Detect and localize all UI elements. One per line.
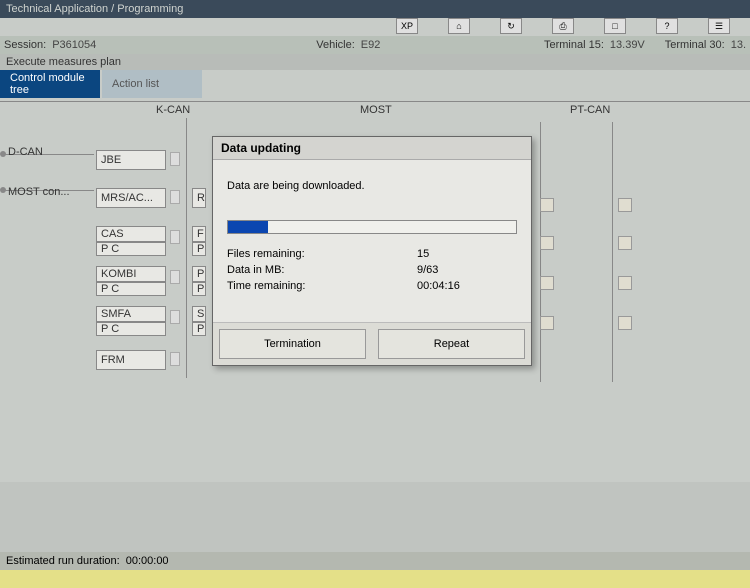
module-p3[interactable]: P [192,282,206,296]
help-icon[interactable]: ? [656,18,678,34]
module-p4[interactable]: P [192,322,206,336]
connector [170,152,180,166]
session-label: Session: [4,39,46,51]
toolbar: XP ⌂ ↻ ⎙ □ ? ☰ [0,18,750,36]
module-jbe[interactable]: JBE [96,150,166,170]
module-kombi[interactable]: KOMBI [96,266,166,282]
window-icon[interactable]: □ [604,18,626,34]
module-smfa[interactable]: SMFA [96,306,166,322]
connector [170,230,180,244]
progress-fill [228,221,268,233]
bus-label-dcan: D-CAN [4,142,64,162]
bus-label-ptcan: PT-CAN [570,104,610,116]
footer: Estimated run duration: 00:00:00 [0,552,750,570]
module-r[interactable]: R [192,188,206,208]
module-p[interactable]: P [192,242,206,256]
terminal30-label: Terminal 30: [665,39,725,51]
info-row: Session: P361054 Vehicle: E92 Terminal 1… [0,36,750,54]
vehicle-label: Vehicle: [316,39,355,51]
repeat-button[interactable]: Repeat [378,329,525,359]
module-cas-sub: P C [96,242,166,256]
pt-box[interactable] [618,316,632,330]
files-remaining-value: 15 [417,246,517,262]
connector [170,352,180,366]
pt-box[interactable] [618,236,632,250]
app-title: Technical Application / Programming [6,3,183,15]
pt-box[interactable] [618,276,632,290]
module-mrs[interactable]: MRS/AC... [96,188,166,208]
connector [170,190,180,204]
pt-box[interactable] [618,198,632,212]
bus-label-kcan: K-CAN [156,104,190,116]
termination-button[interactable]: Termination [219,329,366,359]
progress-bar [227,220,517,234]
pt-box[interactable] [540,236,554,250]
module-kombi-sub: P C [96,282,166,296]
bus-label-most: MOST [360,104,392,116]
tabs: Control module tree Action list [0,70,750,102]
session-value: P361054 [52,39,96,51]
titlebar: Technical Application / Programming [0,0,750,18]
files-remaining-label: Files remaining: [227,246,417,262]
dialog-title: Data updating [213,137,531,160]
xp-icon[interactable]: XP [396,18,418,34]
home-icon[interactable]: ⌂ [448,18,470,34]
bus-label-mostcon: MOST con... [4,182,74,202]
dialog-message: Data are being downloaded. [227,180,517,192]
data-updating-dialog: Data updating Data are being downloaded.… [212,136,532,366]
terminal30-value: 13. [731,39,746,51]
data-mb-value: 9/63 [417,262,517,278]
module-f[interactable]: F [192,226,206,242]
blank-area [0,482,750,552]
vehicle-value: E92 [361,39,381,51]
pt-box[interactable] [540,198,554,212]
menu-icon[interactable]: ☰ [708,18,730,34]
time-remaining-label: Time remaining: [227,278,417,294]
refresh-icon[interactable]: ↻ [500,18,522,34]
module-smfa-sub: P C [96,322,166,336]
module-s[interactable]: S [192,306,206,322]
pt-box[interactable] [540,276,554,290]
module-cas[interactable]: CAS [96,226,166,242]
footer-highlight [0,570,750,588]
pt-box[interactable] [540,316,554,330]
print-icon[interactable]: ⎙ [552,18,574,34]
terminal15-label: Terminal 15: [544,39,604,51]
data-mb-label: Data in MB: [227,262,417,278]
terminal15-value: 13.39V [610,39,645,51]
subtitle: Execute measures plan [0,54,750,70]
connector [170,310,180,324]
module-p2[interactable]: P [192,266,206,282]
runtime-label: Estimated run duration: [6,555,120,567]
connector [170,270,180,284]
runtime-value: 00:00:00 [126,555,169,567]
time-remaining-value: 00:04:16 [417,278,517,294]
tab-action-list[interactable]: Action list [102,70,202,98]
diagram-canvas: K-CAN MOST PT-CAN D-CAN JBE MOST con... … [0,102,750,482]
module-frm[interactable]: FRM [96,350,166,370]
tab-control-module-tree[interactable]: Control module tree [0,70,100,98]
